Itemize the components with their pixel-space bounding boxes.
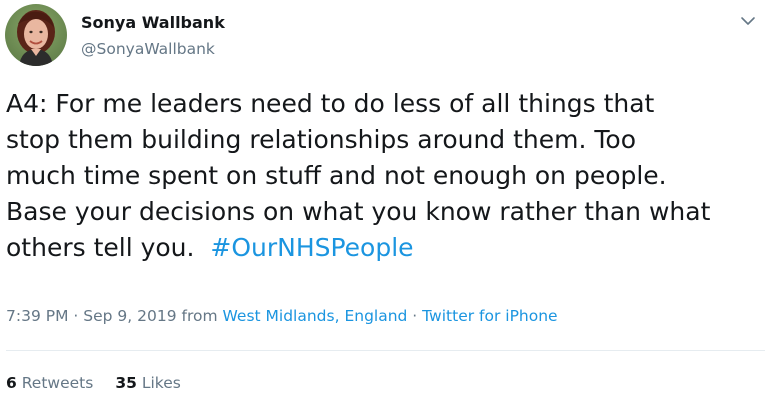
tweet-text-line: Base your decisions on what you know rat… bbox=[6, 197, 711, 226]
tweet-meta: 7:39 PM · Sep 9, 2019 from West Midlands… bbox=[6, 307, 558, 325]
tweet-text: A4: For me leaders need to do less of al… bbox=[6, 86, 768, 266]
hashtag-link[interactable]: #OurNHSPeople bbox=[210, 233, 413, 262]
tweet-text-line: much time spent on stuff and not enough … bbox=[6, 161, 667, 190]
meta-separator: · bbox=[407, 307, 423, 325]
likes-count: 35 bbox=[115, 374, 137, 392]
retweets-label: Retweets bbox=[16, 374, 94, 392]
retweets-count: 6 bbox=[6, 374, 17, 392]
display-name[interactable]: Sonya Wallbank bbox=[81, 13, 225, 32]
tweet-time[interactable]: 7:39 PM bbox=[6, 307, 68, 325]
tweet-card: Sonya Wallbank @SonyaWallbank A4: For me… bbox=[0, 0, 771, 402]
meta-separator: · bbox=[68, 307, 84, 325]
chevron-down-icon[interactable] bbox=[739, 12, 757, 30]
tweet-date[interactable]: Sep 9, 2019 bbox=[83, 307, 176, 325]
tweet-text-line-last: others tell you. #OurNHSPeople bbox=[6, 230, 768, 266]
avatar[interactable] bbox=[5, 4, 67, 66]
likes-label: Likes bbox=[136, 374, 181, 392]
tweet-text-line: A4: For me leaders need to do less of al… bbox=[6, 89, 655, 118]
avatar-image bbox=[5, 4, 67, 66]
location-link[interactable]: West Midlands, England bbox=[223, 307, 408, 325]
client-link[interactable]: Twitter for iPhone bbox=[422, 307, 557, 325]
retweets-stat[interactable]: 6 Retweets bbox=[6, 374, 93, 392]
screen-name[interactable]: @SonyaWallbank bbox=[81, 40, 215, 58]
tweet-text-fragment: others tell you. bbox=[6, 233, 211, 262]
tweet-text-line: stop them building relationships around … bbox=[6, 125, 637, 154]
likes-stat[interactable]: 35 Likes bbox=[115, 374, 180, 392]
meta-from: from bbox=[176, 307, 223, 325]
tweet-stats: 6 Retweets 35 Likes bbox=[6, 374, 181, 392]
divider bbox=[6, 350, 765, 351]
